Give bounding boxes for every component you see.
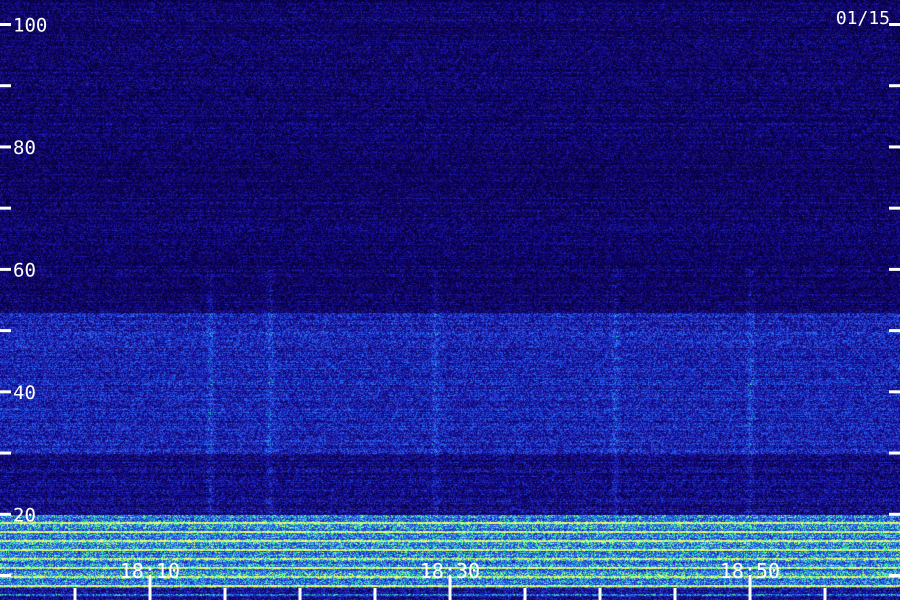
y-tick-label: 60: [13, 259, 36, 281]
date-label: 01/15: [836, 8, 890, 29]
x-axis: 18:10 18:30 18:50: [73, 559, 827, 600]
y-tick-label: 40: [13, 382, 36, 404]
y-tick-label: 80: [13, 137, 36, 159]
axis-overlay: 100 80 60 40 20 18:10 18:30 18:50 01/15: [0, 8, 900, 600]
x-tick-label: 18:30: [420, 559, 480, 583]
spectrogram-chart: 100 80 60 40 20 18:10 18:30 18:50 01/15: [0, 0, 900, 600]
y-tick-label: 100: [13, 14, 47, 36]
x-tick-label: 18:50: [720, 559, 780, 583]
y-tick-label: 20: [13, 504, 36, 526]
y-axis: 100 80 60 40 20: [0, 14, 900, 578]
x-tick-label: 18:10: [120, 559, 180, 583]
